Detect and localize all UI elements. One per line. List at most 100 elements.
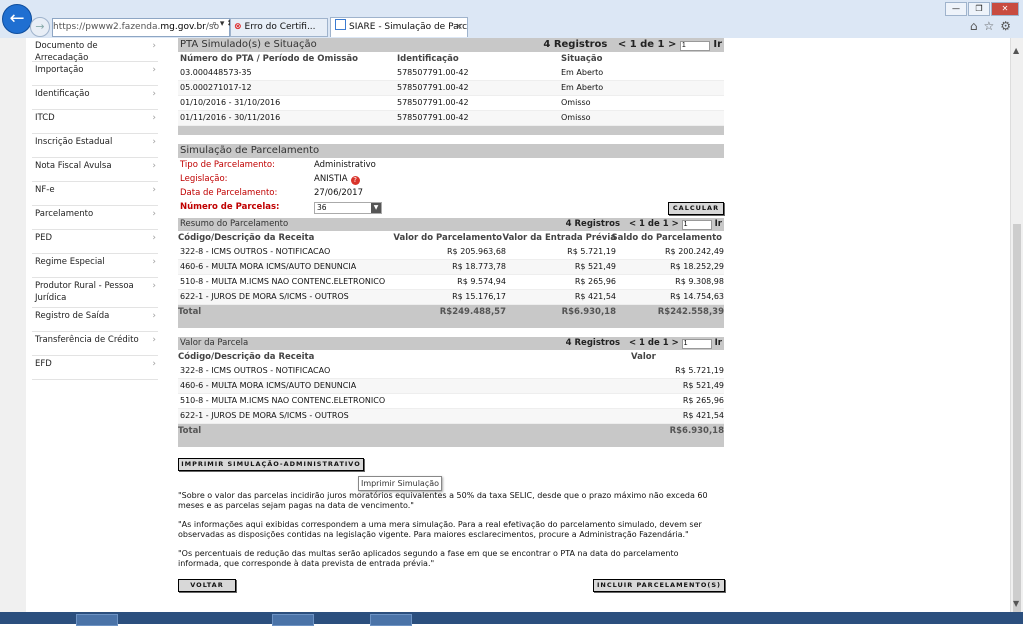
parcelas-select[interactable]: 36 ▼ <box>314 202 382 214</box>
main-content: PTA Simulado(s) e Situação 4 Registros <… <box>178 38 724 447</box>
chevron-right-icon: › <box>152 311 156 321</box>
parcela-rows: 322-8 - ICMS OUTROS - NOTIFICACAO R$ 5.72… <box>178 364 724 424</box>
sidebar-item-label: Inscrição Estadual <box>35 137 113 147</box>
sidebar-item-label: Registro de Saída <box>35 311 110 321</box>
sidebar-item-label: Nota Fiscal Avulsa <box>35 161 112 171</box>
resumo-total-label: Total <box>178 307 202 317</box>
parcela-go-button[interactable]: Ir <box>715 338 722 348</box>
sidebar-item[interactable]: Transferência de Crédito › <box>32 332 158 356</box>
table-cell: 578507791.00-42 <box>397 113 469 122</box>
chevron-right-icon: › <box>152 41 156 51</box>
simulacao-header: Simulação de Parcelamento <box>178 144 724 158</box>
sidebar-item[interactable]: EFD › <box>32 356 158 380</box>
pta-pager-text[interactable]: < 1 de 1 > <box>618 39 677 50</box>
sidebar-item[interactable]: Importação › <box>32 62 158 86</box>
resumo-page-input[interactable] <box>681 219 712 230</box>
scroll-up-icon[interactable]: ▲ <box>1013 46 1019 55</box>
star-icon[interactable]: ☆ <box>983 19 1000 33</box>
address-prefix: https://pwww2.fazenda. <box>53 22 161 32</box>
tab-siare[interactable]: SIARE - Simulação de Parce... × <box>330 17 468 37</box>
table-cell: R$ 265,96 <box>574 277 616 286</box>
address-bar[interactable]: https://pwww2.fazenda.mg.gov.br/so <box>52 18 230 37</box>
table-cell: 460-6 - MULTA MORA ICMS/AUTO DENUNCIA <box>180 381 357 390</box>
vertical-scrollbar[interactable]: ▲ ▼ <box>1010 38 1023 612</box>
tab-certificate-error[interactable]: ⊗ Erro do Certifi... <box>230 18 328 37</box>
voltar-button[interactable]: VOLTAR <box>178 579 236 592</box>
sidebar-item[interactable]: Documento de Arrecadação › <box>32 38 158 63</box>
chevron-right-icon: › <box>152 257 156 267</box>
close-window-icon[interactable]: ✕ <box>991 2 1019 16</box>
browser-tool-icons: ⌂☆⚙ <box>970 19 1017 33</box>
pta-go-button[interactable]: Ir <box>713 39 722 50</box>
table-cell: 03.000448573-35 <box>180 68 252 77</box>
minimize-icon[interactable]: — <box>945 2 967 16</box>
resumo-footer-bar <box>178 319 724 328</box>
sidebar-item[interactable]: NF-e › <box>32 182 158 206</box>
tipo-label: Tipo de Parcelamento: <box>180 160 275 170</box>
sidebar-item[interactable]: Inscrição Estadual › <box>32 134 158 158</box>
parcelas-value: 36 <box>317 203 327 212</box>
table-cell: Omisso <box>561 98 591 107</box>
parcela-page-input[interactable] <box>681 338 712 349</box>
chevron-right-icon: › <box>152 185 156 195</box>
table-row: 510-8 - MULTA M.ICMS NAO CONTENC.ELETRON… <box>178 275 724 290</box>
table-cell: R$ 200.242,49 <box>665 247 724 256</box>
sidebar-item[interactable]: Parcelamento › <box>32 206 158 230</box>
table-cell: R$ 521,49 <box>574 262 616 271</box>
parcela-total-label: Total <box>178 426 202 436</box>
note-selic: "Sobre o valor das parcelas incidirão ju… <box>178 491 708 510</box>
pta-col-situacao: Situação <box>561 54 603 64</box>
sidebar-item-label: Documento de Arrecadação <box>35 41 98 63</box>
incluir-parcelamento-button[interactable]: INCLUIR PARCELAMENTO(S) <box>593 579 725 592</box>
table-row: 01/10/2016 - 31/10/2016 578507791.00-42 Om… <box>178 96 724 111</box>
sidebar-item[interactable]: Produtor Rural - Pessoa Jurídica › <box>32 278 158 308</box>
window-controls: — ❐ ✕ <box>944 2 1019 16</box>
scroll-down-icon[interactable]: ▼ <box>1013 599 1019 608</box>
back-arrow-icon[interactable]: ← <box>2 4 32 34</box>
chevron-right-icon: › <box>152 113 156 123</box>
legislacao-label: Legislação: <box>180 174 228 184</box>
calcular-button[interactable]: CALCULAR <box>668 202 724 215</box>
sidebar-item[interactable]: Regime Especial › <box>32 254 158 278</box>
sidebar-item[interactable]: Identificação › <box>32 86 158 110</box>
sidebar-item[interactable]: PED › <box>32 230 158 254</box>
chevron-right-icon: › <box>152 209 156 219</box>
sidebar-item[interactable]: ITCD › <box>32 110 158 134</box>
table-cell: Em Aberto <box>561 68 604 77</box>
sidebar-item[interactable]: Registro de Saída › <box>32 308 158 332</box>
table-cell: 578507791.00-42 <box>397 98 469 107</box>
resumo-pager-text[interactable]: < 1 de 1 > <box>629 219 679 229</box>
table-cell: R$ 14.754,63 <box>670 292 724 301</box>
parcela-total-value: R$6.930,18 <box>669 426 724 436</box>
resumo-col-valor: Valor do Parcelamento <box>393 233 502 243</box>
table-cell: Em Aberto <box>561 83 604 92</box>
taskbar-button[interactable] <box>370 614 412 626</box>
forward-arrow-icon[interactable]: → <box>30 17 50 37</box>
parcela-pager-text[interactable]: < 1 de 1 > <box>629 338 679 348</box>
resumo-header: Resumo do Parcelamento 4 Registros < 1 d… <box>178 218 724 231</box>
table-cell: R$ 9.308,98 <box>675 277 724 286</box>
pta-page-input[interactable] <box>679 40 710 51</box>
parcela-pager: 4 Registros < 1 de 1 > Ir <box>566 337 722 350</box>
help-icon[interactable]: ? <box>350 176 360 185</box>
browser-chrome: ← → https://pwww2.fazenda.mg.gov.br/so ⌕… <box>0 0 1023 39</box>
imprimir-simulacao-button[interactable]: IMPRIMIR SIMULAÇÃO-ADMINISTRATIVO <box>178 458 364 471</box>
table-cell: Omisso <box>561 113 591 122</box>
sidebar-item-label: PED <box>35 233 53 243</box>
resumo-go-button[interactable]: Ir <box>715 219 722 229</box>
table-cell: 578507791.00-42 <box>397 83 469 92</box>
gear-icon[interactable]: ⚙ <box>1000 19 1017 33</box>
home-icon[interactable]: ⌂ <box>970 19 984 33</box>
parcela-count: 4 Registros <box>565 338 621 348</box>
maximize-icon[interactable]: ❐ <box>968 2 990 16</box>
table-cell: R$ 15.176,17 <box>452 292 506 301</box>
taskbar-button[interactable] <box>272 614 314 626</box>
data-value: 27/06/2017 <box>314 188 363 198</box>
resumo-col-codigo: Código/Descrição da Receita <box>178 233 315 243</box>
scroll-thumb[interactable] <box>1013 224 1021 612</box>
legislacao-row: Legislação: ANISTIA? <box>178 172 724 186</box>
sidebar-item[interactable]: Nota Fiscal Avulsa › <box>32 158 158 182</box>
tab-close-icon[interactable]: × <box>455 18 463 37</box>
error-icon: ⊗ <box>234 22 242 32</box>
taskbar-button[interactable] <box>76 614 118 626</box>
